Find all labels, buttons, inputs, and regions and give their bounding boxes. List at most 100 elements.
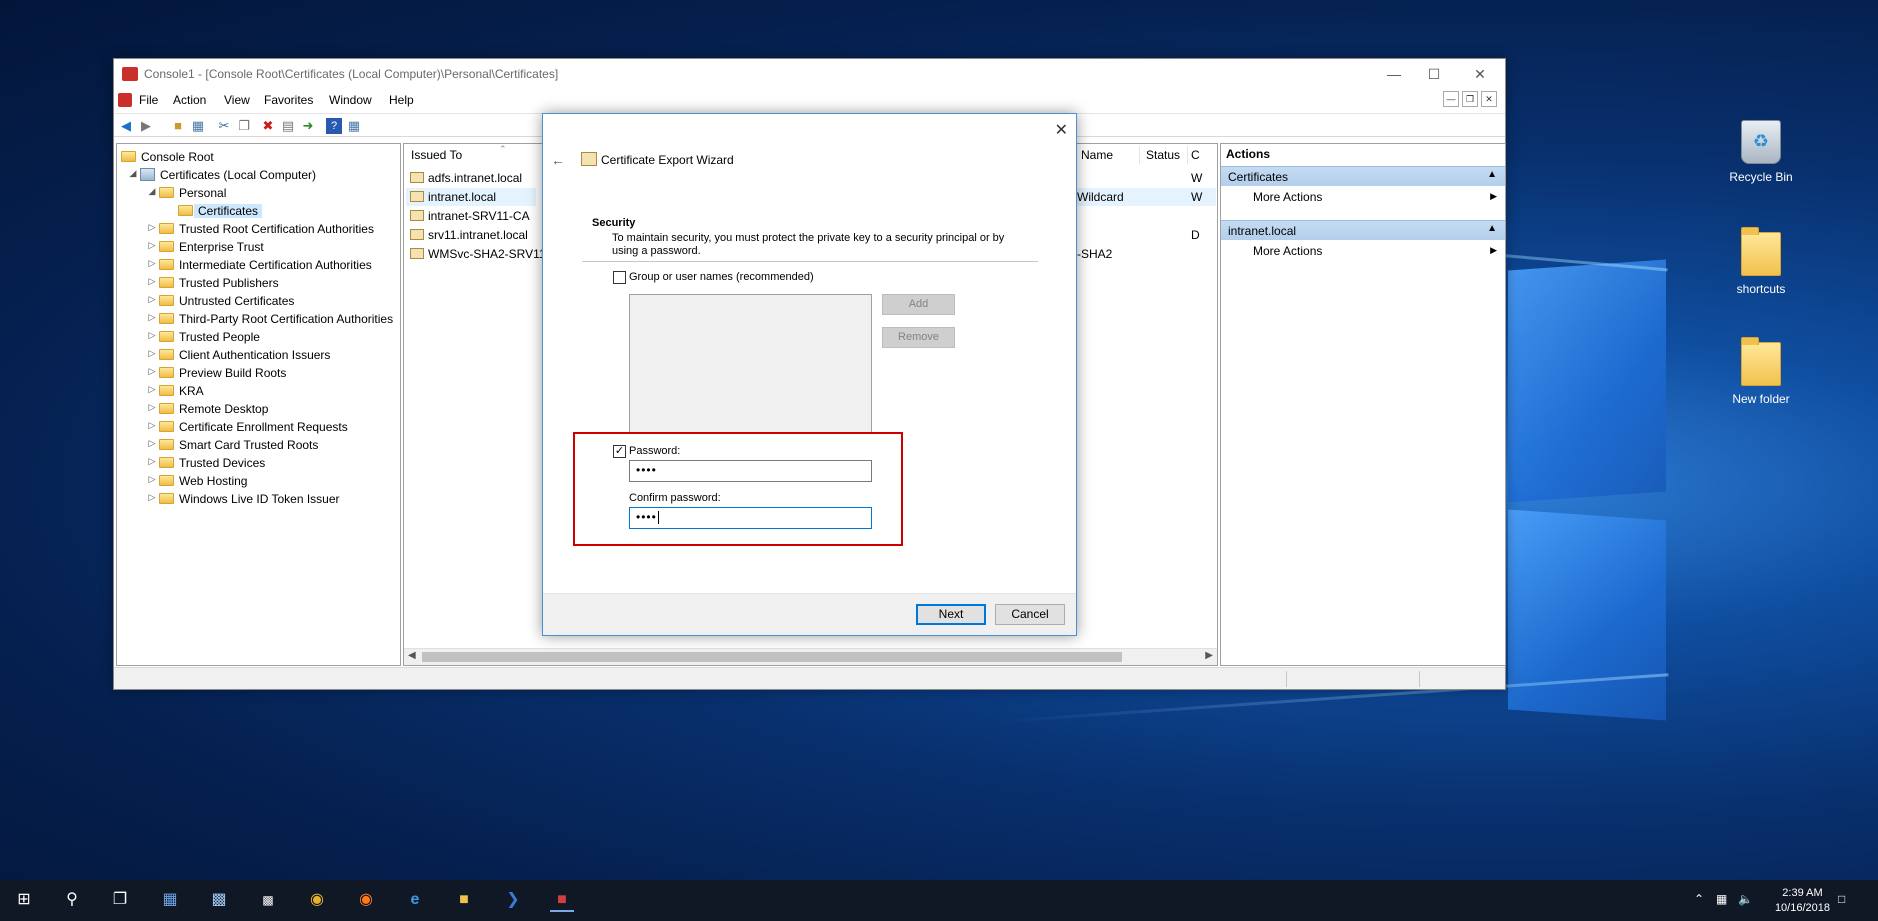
window-titlebar[interactable]: Console1 - [Console Root\Certificates (L… [114,59,1505,89]
tree-item[interactable]: ▷ Intermediate Certification Authorities [117,256,400,274]
remove-button[interactable]: Remove [882,327,955,348]
tree-item[interactable]: ▷ Preview Build Roots [117,364,400,382]
network-computer-icon[interactable]: ▩ [207,888,231,912]
export-list-icon[interactable]: ➜ [300,118,316,134]
cancel-button[interactable]: Cancel [995,604,1065,625]
show-hidden-icons-icon[interactable]: ⌃ [1694,892,1704,906]
tree-item[interactable]: ▷ Untrusted Certificates [117,292,400,310]
desktop-icon-shortcuts[interactable]: shortcuts [1711,227,1811,296]
task-view-icon[interactable]: ❐ [108,888,132,912]
group-or-user-names-checkbox[interactable] [613,271,626,284]
powershell-icon[interactable]: ❯ [501,888,525,912]
column-header-name[interactable]: Name [1081,148,1113,162]
mdi-restore-button[interactable]: ❐ [1462,91,1478,107]
table-row[interactable]: srv11.intranet.local [406,226,536,244]
desktop-icon-recycle-bin[interactable]: Recycle Bin [1711,120,1811,184]
scroll-right-icon[interactable]: ▶ [1205,650,1213,661]
firefox-icon[interactable]: ◉ [354,888,378,912]
tree-item[interactable]: ▷ Smart Card Trusted Roots [117,436,400,454]
tree-item[interactable]: ▷ Web Hosting [117,472,400,490]
chevron-right-icon[interactable]: ▷ [147,294,157,305]
menu-view[interactable]: View [224,93,250,107]
collapse-up-icon[interactable]: ▲ [1487,169,1497,180]
tree-item[interactable]: ▷ Client Authentication Issuers [117,346,400,364]
forward-arrow-icon[interactable]: ▶ [138,118,154,134]
menu-action[interactable]: Action [173,93,206,107]
show-hide-tree-icon[interactable]: ▦ [190,118,206,134]
tree-item[interactable]: ▷ Trusted People [117,328,400,346]
help-icon[interactable]: ? [326,118,342,134]
chevron-right-icon[interactable]: ▷ [147,312,157,323]
chevron-right-icon[interactable]: ▷ [147,456,157,467]
chevron-right-icon[interactable]: ▷ [147,474,157,485]
tree-item[interactable]: ◢ Certificates (Local Computer) [117,166,400,184]
add-button[interactable]: Add [882,294,955,315]
table-row[interactable]: WMSvc-SHA2-SRV11 [406,245,546,263]
internet-explorer-icon[interactable]: e [403,888,427,912]
table-row[interactable]: adfs.intranet.local [406,169,536,187]
column-header-status[interactable]: Status [1146,148,1180,162]
file-explorer-icon[interactable]: ■ [452,888,476,912]
command-prompt-icon[interactable]: ▩ [256,888,280,912]
menu-file[interactable]: File [139,93,158,107]
confirm-password-input[interactable]: •••• [629,507,872,529]
users-list-box[interactable] [629,294,872,433]
actions-group-certificates[interactable]: Certificates ▲ [1221,166,1505,186]
close-icon[interactable]: ✕ [1055,120,1068,140]
chevron-right-icon[interactable]: ▷ [147,348,157,359]
chevron-right-icon[interactable]: ▷ [147,240,157,251]
start-windows-icon[interactable]: ⊞ [12,888,36,912]
menu-help[interactable]: Help [389,93,414,107]
tree-item[interactable]: ▷ Certificate Enrollment Requests [117,418,400,436]
tree-item[interactable]: Certificates [117,202,400,220]
password-input[interactable]: •••• [629,460,872,482]
tree-item[interactable]: ▷ Windows Live ID Token Issuer [117,490,400,508]
delete-icon[interactable]: ✖ [260,118,276,134]
notifications-icon[interactable]: □ [1838,892,1845,906]
back-arrow-icon[interactable]: ◀ [118,118,134,134]
more-actions-certificates[interactable]: More Actions ▶ [1221,187,1505,207]
actions-group-intranet-local[interactable]: intranet.local ▲ [1221,220,1505,240]
chevron-down-icon[interactable]: ◢ [147,186,157,197]
properties-icon[interactable]: ▤ [280,118,296,134]
tree-item[interactable]: ▷ Third-Party Root Certification Authorit… [117,310,400,328]
horizontal-scrollbar[interactable]: ◀ ▶ [404,648,1217,665]
clock[interactable]: 2:39 AM 10/16/2018 [1775,886,1830,916]
back-arrow-icon[interactable]: ← [551,152,565,168]
chevron-right-icon[interactable]: ▷ [147,330,157,341]
next-button[interactable]: Next [916,604,986,625]
chevron-down-icon[interactable]: ◢ [128,168,138,179]
volume-icon[interactable]: 🔈 [1738,892,1753,906]
table-row[interactable]: intranet-SRV11-CA [406,207,536,225]
chevron-right-icon[interactable]: ▷ [147,402,157,413]
mdi-close-button[interactable]: ✕ [1481,91,1497,107]
cut-icon[interactable]: ✂ [216,118,232,134]
chevron-right-icon[interactable]: ▷ [147,222,157,233]
tree-item[interactable]: ▷ Remote Desktop [117,400,400,418]
close-button[interactable]: ✕ [1465,63,1495,85]
desktop-icon-new-folder[interactable]: New folder [1711,337,1811,406]
tree-item[interactable]: ▷ Trusted Devices [117,454,400,472]
up-folder-icon[interactable]: ■ [170,118,186,134]
maximize-button[interactable]: ☐ [1419,63,1449,85]
menu-window[interactable]: Window [329,93,372,107]
tree-item[interactable]: ◢ Personal [117,184,400,202]
chevron-right-icon[interactable]: ▷ [147,276,157,287]
mdi-minimize-button[interactable]: — [1443,91,1459,107]
menu-favorites[interactable]: Favorites [264,93,313,107]
minimize-button[interactable]: — [1379,63,1409,85]
tree-item[interactable]: ▷ Trusted Publishers [117,274,400,292]
network-icon[interactable]: ▦ [1716,892,1727,906]
tree-item[interactable]: ▷ Enterprise Trust [117,238,400,256]
chevron-right-icon[interactable]: ▷ [147,384,157,395]
copy-icon[interactable]: ❐ [236,118,252,134]
more-actions-intranet-local[interactable]: More Actions ▶ [1221,241,1505,261]
console-icon[interactable] [118,93,132,107]
search-icon[interactable]: ⚲ [60,888,84,912]
tree-item[interactable]: Console Root [117,148,400,166]
tree-item[interactable]: ▷ Trusted Root Certification Authorities [117,220,400,238]
collapse-up-icon[interactable]: ▲ [1487,223,1497,234]
server-manager-icon[interactable]: ▦ [158,888,182,912]
password-checkbox[interactable]: ✓ [613,445,626,458]
column-header-issued-to[interactable]: Issued To [411,148,462,162]
